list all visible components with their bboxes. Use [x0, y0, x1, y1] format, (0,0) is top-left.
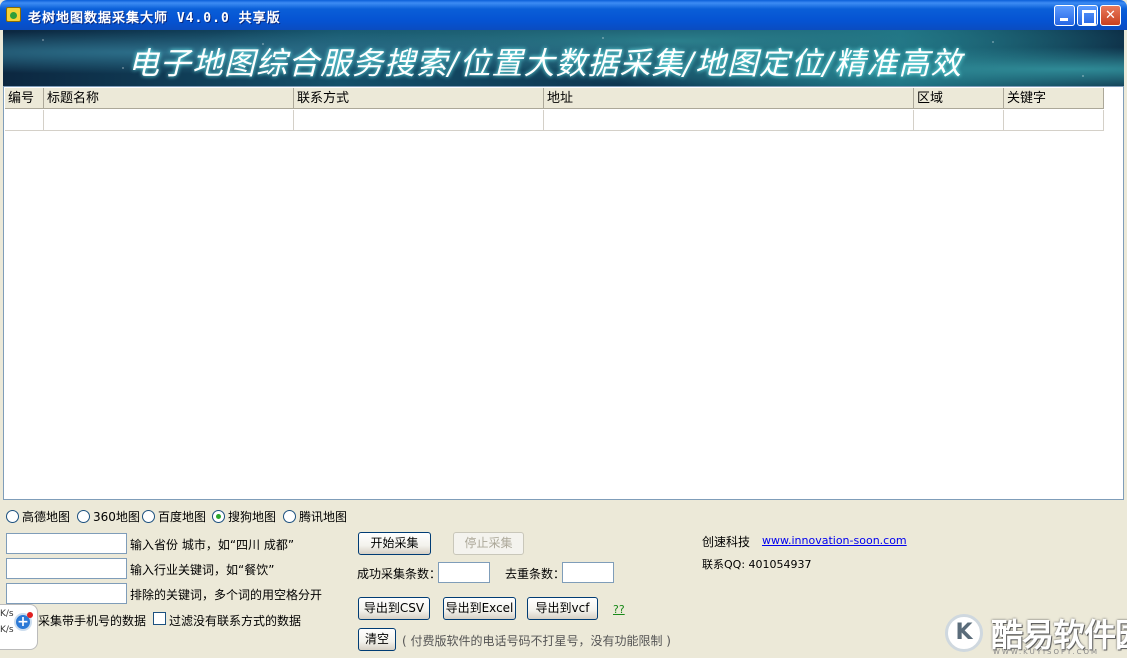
export-csv-button[interactable]: 导出到CSV: [358, 597, 430, 620]
watermark-logo: K: [945, 614, 983, 652]
radio-gaode-map[interactable]: 高德地图: [6, 508, 70, 524]
radio-label: 高德地图: [22, 509, 71, 524]
company-website-link[interactable]: www.innovation-soon.com: [762, 534, 907, 547]
company-qq: 联系QQ: 401054937: [702, 558, 812, 571]
exclude-keyword-hint: 排除的关键词，多个词的用空格分开: [130, 588, 323, 602]
start-collect-button[interactable]: 开始采集: [358, 532, 431, 555]
radio-dot: [142, 509, 155, 523]
radio-dot-selected: [212, 509, 225, 523]
notification-dot: [27, 612, 33, 618]
clear-button[interactable]: 清空: [358, 628, 396, 651]
table-cell: [5, 110, 44, 131]
province-city-input[interactable]: [6, 533, 127, 554]
industry-keyword-input[interactable]: [6, 558, 127, 579]
company-name: 创速科技: [702, 535, 751, 549]
col-header-title[interactable]: 标题名称: [44, 88, 294, 109]
paid-version-note: ( 付费版软件的电话号码不打星号，没有功能限制 ): [402, 634, 671, 648]
watermark: K 酷易软件园 WWW.KUYISOFT.COM: [945, 610, 1127, 656]
radio-label: 腾讯地图: [299, 509, 348, 524]
col-header-keyword[interactable]: 关键字: [1004, 88, 1104, 109]
watermark-url: WWW.KUYISOFT.COM: [993, 648, 1100, 656]
radio-baidu-map[interactable]: 百度地图: [142, 508, 206, 524]
table-cell: [44, 110, 294, 131]
radio-label: 百度地图: [158, 509, 207, 524]
radio-label: 搜狗地图: [228, 509, 277, 524]
radio-dot: [6, 509, 19, 523]
results-grid[interactable]: 编号 标题名称 联系方式 地址 区域 关键字: [3, 86, 1124, 500]
app-icon: [6, 7, 21, 22]
table-cell: [544, 110, 914, 131]
close-icon: ✕: [1105, 8, 1116, 23]
banner-text: 电子地图综合服务搜索/位置大数据采集/地图定位/精准高效: [128, 46, 963, 82]
help-link[interactable]: ??: [613, 603, 625, 616]
col-header-contact[interactable]: 联系方式: [294, 88, 544, 109]
province-city-hint: 输入省份 城市，如“四川 成都”: [130, 538, 295, 552]
radio-sogou-map[interactable]: 搜狗地图: [212, 508, 276, 524]
stop-collect-button[interactable]: 停止采集: [453, 532, 524, 555]
banner: 电子地图综合服务搜索/位置大数据采集/地图定位/精准高效: [3, 30, 1124, 86]
col-header-region[interactable]: 区域: [914, 88, 1004, 109]
exclude-keyword-input[interactable]: [6, 583, 127, 604]
radio-360-map[interactable]: 360地图: [77, 508, 140, 524]
table-cell: [1004, 110, 1104, 131]
window-title: 老树地图数据采集大师 V4.0.0 共享版: [28, 11, 281, 26]
industry-keyword-hint: 输入行业关键词，如“餐饮”: [130, 563, 275, 577]
radio-dot: [77, 509, 90, 523]
radio-tencent-map[interactable]: 腾讯地图: [283, 508, 347, 524]
maximize-button[interactable]: [1077, 5, 1098, 26]
col-header-id[interactable]: 编号: [5, 88, 44, 109]
col-header-address[interactable]: 地址: [544, 88, 914, 109]
grid-header: 编号 标题名称 联系方式 地址 区域 关键字: [5, 88, 1104, 109]
title-bar[interactable]: 老树地图数据采集大师 V4.0.0 共享版 ✕: [0, 0, 1127, 30]
radio-label: 360地图: [93, 509, 140, 524]
filter-no-contact-label[interactable]: 过滤没有联系方式的数据: [169, 612, 301, 629]
filter-no-contact-checkbox[interactable]: [153, 612, 166, 625]
minimize-button[interactable]: [1054, 5, 1075, 26]
table-cell: [914, 110, 1004, 131]
speed-upload: K/s: [0, 609, 14, 619]
maximize-icon: [1078, 6, 1097, 25]
radio-dot: [283, 509, 296, 523]
table-cell: [294, 110, 544, 131]
close-button[interactable]: ✕: [1100, 5, 1121, 26]
table-row[interactable]: [5, 110, 1104, 131]
success-count-label: 成功采集条数：: [357, 567, 442, 581]
minimize-icon: [1055, 6, 1074, 25]
dedupe-count-field: [562, 562, 614, 583]
mobile-only-label[interactable]: 采集带手机号的数据: [38, 612, 146, 629]
speed-download: K/s: [0, 625, 14, 635]
export-vcf-button[interactable]: 导出到vcf: [527, 597, 598, 620]
success-count-field: [438, 562, 490, 583]
dedupe-count-label: 去重条数：: [505, 567, 566, 581]
export-excel-button[interactable]: 导出到Excel: [443, 597, 516, 620]
